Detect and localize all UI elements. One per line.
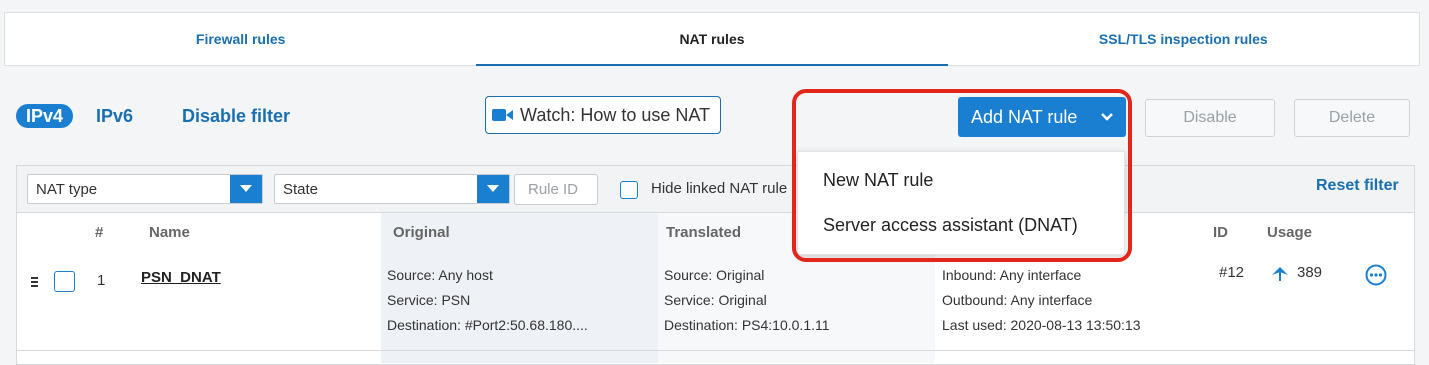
ipv6-filter-toggle[interactable]: IPv6 (96, 104, 133, 128)
drag-handle-icon[interactable] (31, 275, 39, 293)
nat-type-label: NAT type (36, 180, 98, 198)
reset-filter-link[interactable]: Reset filter (1316, 177, 1399, 195)
inbound-label: Inbound: (942, 267, 997, 283)
watch-video-button[interactable]: Watch: How to use NAT (485, 96, 721, 134)
rules-tab-bar: Firewall rules NAT rules SSL/TLS inspect… (4, 12, 1420, 66)
translated-service: Original (718, 292, 767, 308)
original-source: Any host (438, 267, 493, 283)
row-select-checkbox[interactable] (54, 271, 75, 292)
traffic-usage-icon (1270, 266, 1290, 287)
last-used-label: Last used: (942, 317, 1007, 333)
state-select[interactable]: State (274, 174, 510, 204)
dropdown-arrow-icon (230, 175, 262, 203)
usage-count: 389 (1297, 264, 1323, 281)
disable-filter-link[interactable]: Disable filter (182, 104, 290, 128)
original-destination: #Port2:50.68.180.... (464, 317, 588, 333)
nat-type-select[interactable]: NAT type (27, 174, 263, 204)
column-header-name[interactable]: Name (149, 224, 190, 241)
state-label: State (283, 180, 319, 198)
dropdown-arrow-icon (477, 175, 509, 203)
tab-firewall-rules[interactable]: Firewall rules (5, 13, 476, 65)
outbound-interface: Any interface (1010, 292, 1093, 308)
last-used-value: 2020-08-13 13:50:13 (1010, 317, 1141, 333)
column-header-original[interactable]: Original (393, 224, 450, 241)
column-header-number[interactable]: # (95, 224, 103, 241)
rule-number: 1 (97, 272, 106, 289)
hide-linked-label: Hide linked NAT rule (651, 180, 788, 197)
column-header-id[interactable]: ID (1213, 224, 1228, 241)
inbound-interface: Any interface (999, 267, 1082, 283)
more-options-icon[interactable] (1365, 264, 1387, 291)
tab-nat-rules[interactable]: NAT rules (476, 13, 948, 66)
translated-cell: Source: Original Service: Original Desti… (664, 263, 830, 338)
outbound-label: Outbound: (942, 292, 1008, 308)
destination-label: Destination: (387, 317, 461, 333)
disable-button[interactable]: Disable (1145, 99, 1275, 137)
rule-id-input[interactable]: Rule ID (514, 174, 598, 205)
source-label: Source: (387, 267, 436, 283)
column-header-usage[interactable]: Usage (1267, 224, 1312, 241)
original-service: PSN (441, 292, 471, 308)
watch-video-label: Watch: How to use NAT (520, 104, 711, 125)
hide-linked-checkbox[interactable] (620, 181, 638, 199)
interfaces-cell: Inbound: Any interface Outbound: Any int… (942, 263, 1141, 338)
translated-source: Original (716, 267, 765, 283)
row-divider (17, 350, 1414, 351)
service-label: Service: (387, 292, 438, 308)
rule-name-link[interactable]: PSN_DNAT (141, 265, 221, 290)
rule-id: #12 (1219, 264, 1245, 281)
column-header-translated[interactable]: Translated (666, 224, 741, 241)
source-label: Source: (664, 267, 713, 283)
video-camera-icon (492, 109, 513, 121)
original-cell: Source: Any host Service: PSN Destinatio… (387, 263, 588, 338)
destination-label: Destination: (664, 317, 738, 333)
tab-ssl-tls-inspection-rules[interactable]: SSL/TLS inspection rules (948, 13, 1419, 65)
ipv4-filter-toggle[interactable]: IPv4 (16, 104, 74, 128)
delete-button[interactable]: Delete (1294, 99, 1410, 137)
service-label: Service: (664, 292, 715, 308)
highlight-annotation (792, 89, 1132, 262)
translated-destination: PS4:10.0.1.11 (741, 317, 830, 333)
